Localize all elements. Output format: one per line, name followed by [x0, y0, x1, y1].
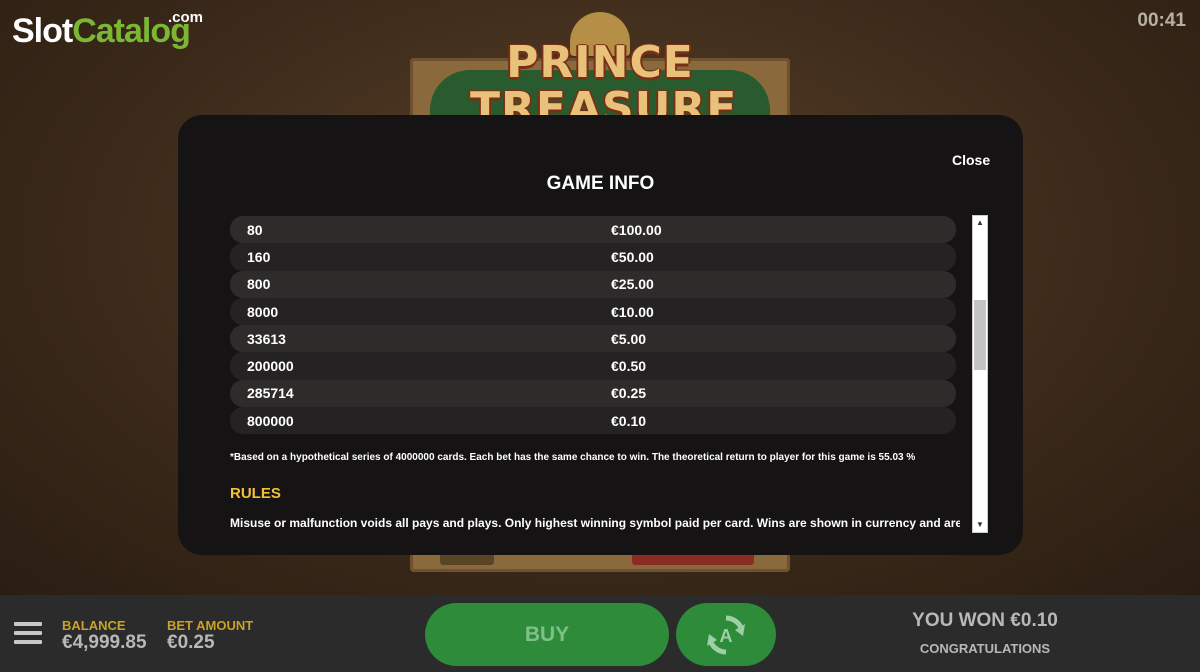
prize-cell: €0.50 [611, 358, 647, 375]
odds-cell: 200000 [247, 358, 294, 375]
modal-scrollbar[interactable]: ▲ ▼ [972, 215, 988, 533]
odds-cell: 80 [247, 221, 263, 238]
pay-table: 80 €100.00 160 €50.00 800 €25.00 8000 €1… [230, 216, 956, 435]
prize-cell: €0.25 [611, 385, 647, 402]
table-row: 800000 €0.10 [230, 407, 956, 435]
table-row: 33613 €5.00 [230, 325, 956, 353]
table-row: 160 €50.00 [230, 243, 956, 271]
bet-amount-label: BET AMOUNT [167, 618, 254, 633]
odds-cell: 800 [247, 276, 271, 293]
bet-amount-value[interactable]: €0.25 [167, 632, 215, 654]
balance-value: €4,999.85 [62, 632, 147, 653]
rules-heading: RULES [230, 485, 281, 502]
odds-cell: 160 [247, 248, 271, 265]
site-logo-slot: Slot [12, 12, 73, 50]
table-row: 8000 €10.00 [230, 297, 956, 326]
svg-text:A: A [720, 626, 733, 646]
scroll-thumb[interactable] [974, 300, 986, 370]
table-row: 80 €100.00 [230, 216, 956, 244]
table-row: 800 €25.00 [230, 270, 956, 298]
table-row: 200000 €0.50 [230, 352, 956, 380]
site-logo-com: .com [168, 9, 204, 26]
site-logo: SlotCatalog .com [12, 9, 203, 51]
rtp-footnote: *Based on a hypothetical series of 40000… [230, 452, 916, 463]
prize-cell: €10.00 [611, 303, 654, 320]
prize-cell: €0.10 [611, 412, 647, 429]
close-button[interactable]: Close [952, 152, 990, 168]
odds-cell: 33613 [247, 330, 286, 347]
congratulations-text: CONGRATULATIONS [919, 641, 1051, 656]
menu-icon[interactable] [14, 622, 42, 646]
odds-cell: 8000 [247, 303, 279, 320]
balance-label: BALANCE [62, 618, 126, 633]
scroll-down-icon[interactable]: ▼ [973, 519, 987, 531]
autoplay-button[interactable]: A [676, 603, 776, 666]
game-logo-line1: PRINCE [506, 37, 694, 88]
autoplay-icon: A [707, 615, 745, 655]
odds-cell: 800000 [247, 412, 294, 429]
rules-text: Misuse or malfunction voids all pays and… [230, 516, 960, 530]
prize-cell: €5.00 [611, 330, 647, 347]
prize-cell: €100.00 [611, 221, 662, 238]
table-row: 285714 €0.25 [230, 379, 956, 408]
win-amount-text: YOU WON €0.10 [912, 610, 1058, 631]
prize-cell: €25.00 [611, 276, 654, 293]
buy-button[interactable]: BUY [425, 603, 669, 666]
prize-cell: €50.00 [611, 248, 654, 265]
scroll-up-icon[interactable]: ▲ [973, 217, 987, 229]
modal-title: GAME INFO [546, 173, 655, 194]
session-timer: 00:41 [1137, 10, 1186, 31]
odds-cell: 285714 [247, 385, 294, 402]
